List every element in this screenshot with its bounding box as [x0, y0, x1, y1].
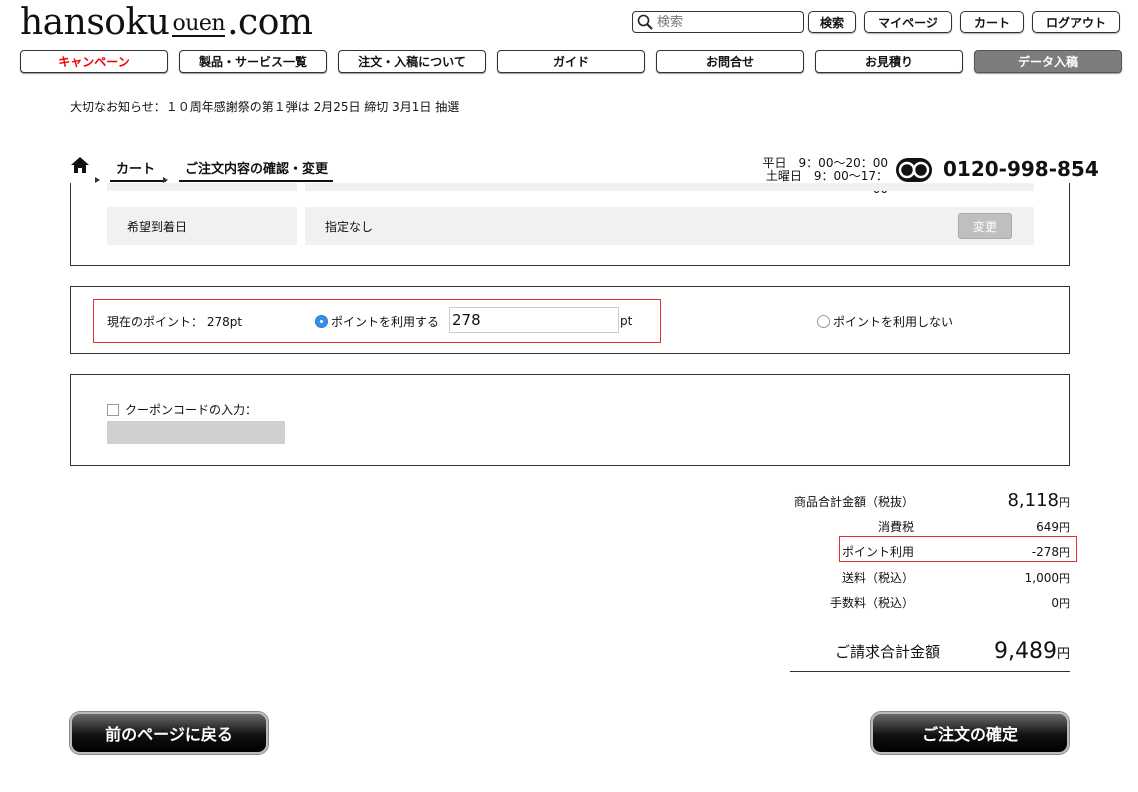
- nav-order-info[interactable]: 注文・入稿について: [338, 50, 486, 73]
- tax-row: 消費税 649円: [790, 518, 1070, 535]
- subtotal-label: 商品合計金額（税抜）: [793, 495, 914, 509]
- points-used-value: -278: [1031, 545, 1059, 559]
- grand-total-value: 9,489: [994, 639, 1057, 664]
- nav-campaign[interactable]: キャンペーン: [20, 50, 168, 73]
- order-details-section: 希望到着日 指定なし 変更: [70, 183, 1070, 266]
- grand-total-label: ご請求合計金額: [834, 643, 940, 661]
- back-button[interactable]: 前のページに戻る: [70, 712, 268, 754]
- delivery-change-button[interactable]: 変更: [958, 213, 1012, 239]
- logo-sub: ouen: [172, 11, 226, 37]
- currency-label: 円: [1059, 572, 1070, 585]
- delivery-date-label: 希望到着日: [107, 207, 297, 245]
- prev-row-value-cell: [305, 183, 1034, 191]
- shipping-label: 送料（税込）: [841, 571, 914, 585]
- freedial-icon: [896, 158, 932, 182]
- current-points: 現在のポイント： 278pt: [107, 313, 242, 330]
- search-box: [632, 11, 804, 33]
- tax-amount: 649円: [1036, 519, 1070, 535]
- confirm-order-button[interactable]: ご注文の確定: [871, 712, 1069, 754]
- currency-label: 円: [1059, 597, 1070, 610]
- subtotal-value: 8,118: [1007, 490, 1059, 511]
- nav-estimate[interactable]: お見積り: [815, 50, 963, 73]
- fee-value: 0: [1051, 596, 1059, 610]
- cart-button[interactable]: カート: [960, 11, 1024, 33]
- breadcrumb-current: ご注文内容の確認・変更: [179, 158, 333, 182]
- no-points-label: ポイントを利用しない: [833, 315, 954, 329]
- nav-data-upload[interactable]: データ入稿: [974, 50, 1122, 73]
- fee-amount: 0円: [1051, 595, 1070, 611]
- points-input[interactable]: 278: [449, 307, 619, 333]
- coupon-label: クーポンコードの入力：: [125, 403, 258, 417]
- no-points-option[interactable]: ポイントを利用しない: [817, 313, 953, 330]
- points-used-label: ポイント利用: [841, 545, 914, 559]
- search-button[interactable]: 検索: [808, 11, 856, 33]
- nav-contact[interactable]: お問合せ: [656, 50, 804, 73]
- delivery-date-value-cell: 指定なし: [305, 207, 1034, 245]
- currency-label: 円: [1059, 521, 1070, 534]
- points-section: 現在のポイント： 278pt ポイントを利用する 278 pt ポイントを利用し…: [70, 286, 1070, 354]
- use-points-radio[interactable]: [315, 315, 328, 328]
- grand-total-amount: 9,489円: [994, 639, 1070, 664]
- currency-label: 円: [1056, 647, 1070, 662]
- logout-button[interactable]: ログアウト: [1032, 11, 1120, 33]
- currency-label: 円: [1059, 546, 1070, 559]
- logo-main: hansoku: [20, 2, 170, 43]
- nav-guide[interactable]: ガイド: [497, 50, 645, 73]
- subtotal-amount: 8,118円: [1007, 490, 1070, 511]
- search-icon: [637, 14, 653, 30]
- delivery-date-value: 指定なし: [325, 219, 374, 234]
- breadcrumb-cart-label: カート: [116, 162, 156, 177]
- coupon-option[interactable]: クーポンコードの入力：: [107, 401, 257, 418]
- logo-tld: .com: [227, 2, 313, 43]
- nav-products[interactable]: 製品・サービス一覧: [179, 50, 327, 73]
- points-unit: pt: [620, 314, 633, 328]
- no-points-radio[interactable]: [817, 315, 830, 328]
- prev-row-label-cell: [107, 183, 297, 191]
- mypage-button[interactable]: マイページ: [864, 11, 952, 33]
- current-points-label: 現在のポイント：: [107, 315, 204, 329]
- points-used-amount: -278円: [1032, 544, 1070, 560]
- shipping-value: 1,000: [1024, 571, 1059, 585]
- fee-row: 手数料（税込） 0円: [790, 594, 1070, 611]
- use-points-option[interactable]: ポイントを利用する: [315, 313, 439, 330]
- search-input[interactable]: [657, 14, 797, 30]
- site-logo[interactable]: hansoku ouen .com: [20, 2, 313, 43]
- shipping-row: 送料（税込） 1,000円: [790, 569, 1070, 586]
- coupon-code-input[interactable]: [107, 421, 285, 444]
- breadcrumb-cart[interactable]: カート: [110, 158, 166, 182]
- phone-number[interactable]: 0120-998-854: [943, 157, 1099, 181]
- tax-label: 消費税: [877, 520, 914, 534]
- currency-label: 円: [1059, 496, 1070, 509]
- subtotal-row: 商品合計金額（税抜） 8,118円: [790, 490, 1070, 511]
- home-icon[interactable]: [70, 156, 90, 174]
- current-points-value: 278pt: [206, 315, 243, 329]
- tax-value: 649: [1036, 520, 1059, 534]
- shipping-amount: 1,000円: [1025, 570, 1070, 586]
- fee-label: 手数料（税込）: [829, 596, 914, 610]
- coupon-section: クーポンコードの入力：: [70, 374, 1070, 466]
- coupon-checkbox[interactable]: [107, 403, 119, 416]
- points-used-row: ポイント利用 -278円: [790, 543, 1070, 560]
- grand-total-row: ご請求合計金額 9,489円: [790, 632, 1070, 672]
- important-notice: 大切なお知らせ：１０周年感謝祭の第１弾は 2月25日 締切 3月1日 抽選: [70, 100, 460, 114]
- use-points-label: ポイントを利用する: [331, 315, 440, 329]
